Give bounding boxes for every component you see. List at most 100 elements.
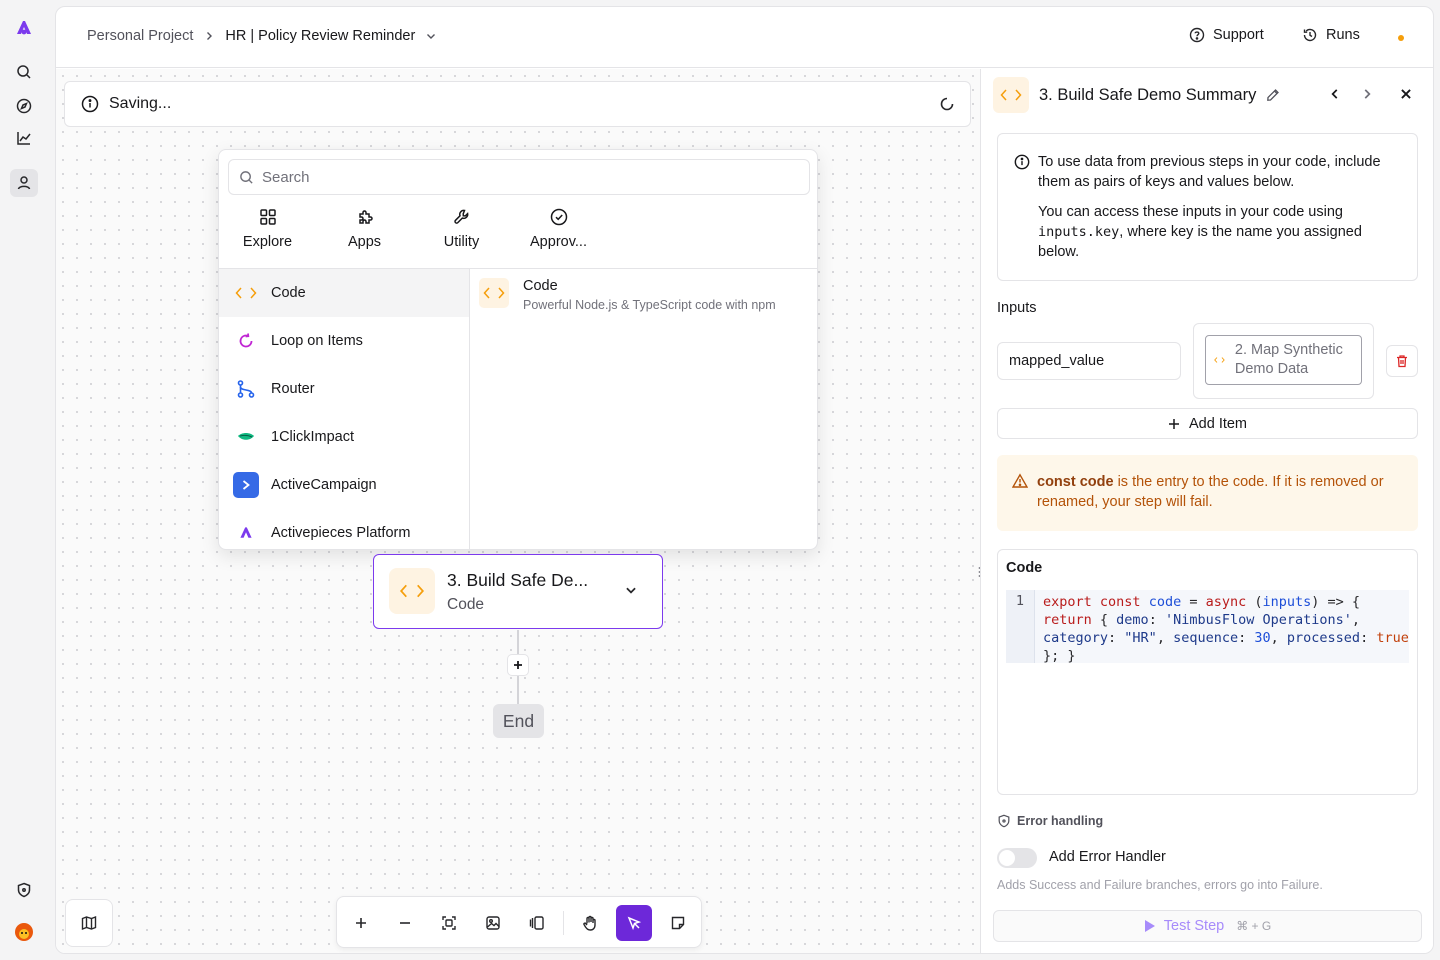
tab-utility[interactable]: Utility	[413, 208, 510, 268]
list-item-code[interactable]: Code	[219, 269, 469, 317]
code-icon	[993, 77, 1029, 113]
tab-utility-label: Utility	[443, 234, 480, 250]
keyboard-shortcut: ⌘ + G	[1236, 919, 1272, 933]
add-item-button[interactable]: Add Item	[997, 408, 1418, 439]
sticky-note-icon	[671, 916, 685, 930]
cursor-icon	[627, 916, 642, 931]
add-step-button[interactable]	[507, 654, 529, 676]
shield-icon[interactable]	[10, 876, 38, 904]
zoom-out-button[interactable]	[387, 905, 423, 941]
activecampaign-icon	[233, 472, 259, 498]
fit-view-button[interactable]	[431, 905, 467, 941]
list-item-label: Activepieces Platform	[271, 525, 411, 541]
info-text-1: To use data from previous steps in your …	[1038, 154, 1381, 190]
error-handler-toggle[interactable]	[997, 848, 1037, 868]
user-icon[interactable]	[10, 169, 38, 197]
note-button[interactable]	[660, 905, 696, 941]
picker-detail[interactable]: Code Powerful Node.js & TypeScript code …	[479, 278, 776, 312]
chevron-right-icon[interactable]	[1360, 87, 1374, 101]
code-editor[interactable]: 1 export const code = async (inputs) => …	[1006, 590, 1409, 664]
list-item-router[interactable]: Router	[219, 365, 469, 413]
step-picker-popover: Explore Apps Utility Approv...	[218, 149, 818, 550]
wrench-icon	[453, 209, 468, 224]
inline-code: inputs.key	[1038, 224, 1120, 240]
runs-label: Runs	[1326, 27, 1360, 43]
history-icon	[1303, 28, 1317, 42]
test-step-label: Test Step	[1163, 918, 1225, 934]
picker-search	[228, 159, 810, 195]
plus-icon	[514, 661, 522, 669]
minus-icon	[400, 922, 410, 924]
chart-icon[interactable]	[10, 124, 38, 152]
avatar[interactable]	[10, 918, 38, 946]
support-button[interactable]: Support	[1189, 27, 1264, 43]
pan-mode-button[interactable]	[572, 905, 608, 941]
layout-button[interactable]	[519, 905, 555, 941]
step-type: Code	[447, 596, 485, 613]
picker-search-input[interactable]	[262, 168, 782, 186]
compass-icon[interactable]	[10, 92, 38, 120]
list-item-loop[interactable]: Loop on Items	[219, 317, 469, 365]
flow-canvas[interactable]: Saving... Explore Apps Utility	[56, 69, 984, 953]
error-handling-label: Error handling	[1017, 814, 1104, 828]
code-info-box: To use data from previous steps in your …	[997, 133, 1418, 281]
chevron-left-icon[interactable]	[1328, 87, 1342, 101]
tab-explore-label: Explore	[242, 234, 293, 250]
test-step-button[interactable]: Test Step ⌘ + G	[993, 910, 1422, 942]
code-content[interactable]: export const code = async (inputs) => { …	[1035, 590, 1409, 664]
activepieces-icon	[233, 520, 259, 546]
list-item-activecampaign[interactable]: ActiveCampaign	[219, 461, 469, 509]
select-mode-button[interactable]	[616, 905, 652, 941]
picker-list: Code Loop on Items Router 1ClickImpact A…	[219, 269, 470, 549]
chevron-down-icon[interactable]	[425, 30, 437, 42]
detail-subtitle: Powerful Node.js & TypeScript code with …	[523, 298, 776, 312]
warning-box: const code is the entry to the code. If …	[997, 455, 1418, 531]
code-title: Code	[1006, 560, 1043, 576]
code-icon	[1214, 357, 1225, 363]
chevron-down-icon[interactable]	[624, 583, 638, 597]
columns-icon	[529, 916, 544, 930]
input-value-field[interactable]: 2. Map Synthetic Demo Data	[1193, 323, 1374, 399]
tab-apps[interactable]: Apps	[316, 208, 413, 268]
input-value-chip[interactable]: 2. Map Synthetic Demo Data	[1205, 335, 1362, 385]
main-frame: Personal Project HR | Policy Review Remi…	[55, 6, 1434, 954]
search-icon[interactable]	[10, 58, 38, 86]
line-number: 1	[1006, 590, 1035, 663]
detail-title: Code	[523, 278, 558, 294]
help-circle-icon	[1189, 27, 1205, 43]
inputs-label: Inputs	[997, 300, 1037, 316]
saving-text: Saving...	[109, 95, 172, 112]
list-item-activepieces[interactable]: Activepieces Platform	[219, 509, 469, 549]
export-image-button[interactable]	[475, 905, 511, 941]
flow-step-node[interactable]: 3. Build Safe De... Code	[373, 554, 663, 629]
error-handling-header: Error handling	[997, 814, 1103, 828]
input-key-field[interactable]: mapped_value	[997, 342, 1181, 380]
tab-approvals[interactable]: Approv...	[510, 208, 607, 268]
info-icon	[1014, 154, 1030, 170]
list-item-label: Loop on Items	[271, 333, 363, 349]
list-item-label: Code	[271, 285, 306, 301]
close-icon[interactable]	[1399, 87, 1413, 101]
warning-icon	[1012, 473, 1028, 488]
panel-title[interactable]: 3. Build Safe Demo Summary	[1039, 86, 1256, 105]
runs-button[interactable]: Runs	[1302, 27, 1360, 43]
breadcrumb-project[interactable]: Personal Project	[87, 28, 193, 44]
step-title: 3. Build Safe De...	[447, 570, 589, 590]
list-item-1clickimpact[interactable]: 1ClickImpact	[219, 413, 469, 461]
check-circle-icon	[550, 208, 567, 226]
tab-explore[interactable]: Explore	[219, 208, 316, 268]
pencil-icon[interactable]	[1266, 88, 1280, 102]
panel-header: 3. Build Safe Demo Summary	[993, 77, 1280, 113]
support-label: Support	[1213, 27, 1264, 43]
zoom-in-button[interactable]	[343, 905, 379, 941]
minimap-button[interactable]	[65, 899, 113, 947]
code-icon	[389, 568, 435, 614]
left-rail	[0, 0, 48, 960]
loop-icon	[233, 328, 259, 354]
app-logo-icon[interactable]	[10, 14, 38, 42]
router-icon	[233, 376, 259, 402]
breadcrumb-flow-name[interactable]: HR | Policy Review Reminder	[225, 28, 415, 44]
delete-input-button[interactable]	[1386, 345, 1418, 377]
chevron-right-icon	[207, 32, 213, 40]
code-section: Code 1 export const code = async (inputs…	[997, 549, 1418, 795]
